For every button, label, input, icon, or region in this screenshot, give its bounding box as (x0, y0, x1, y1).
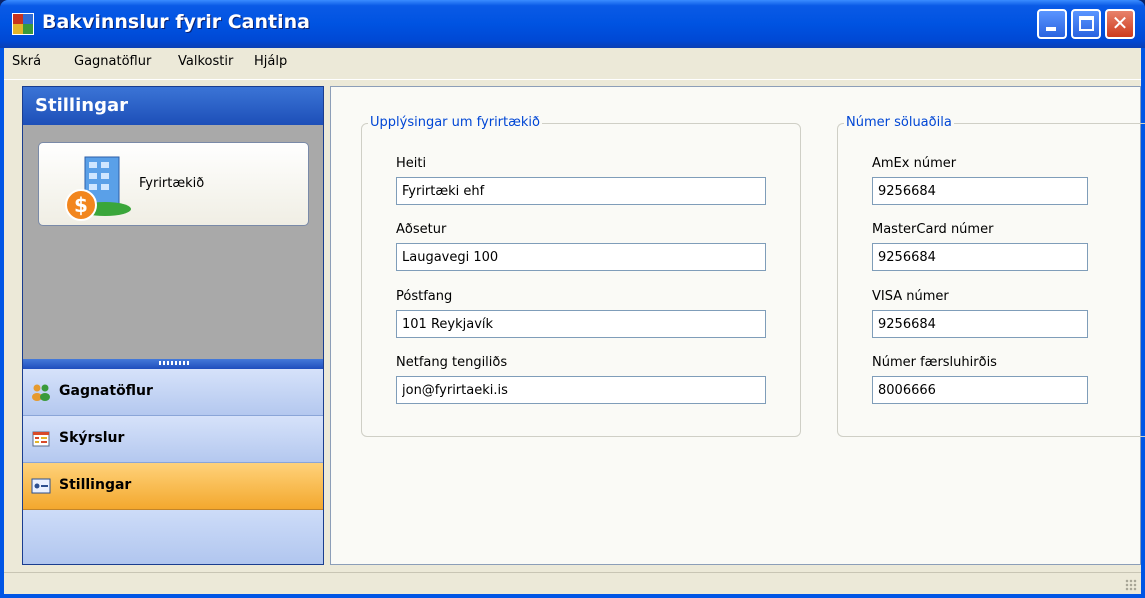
menu-options[interactable]: Valkostir (178, 54, 233, 69)
nav-button-reports[interactable]: Skýrslur (23, 416, 323, 463)
contact-email-label: Netfang tengiliðs (396, 355, 508, 370)
nav-splitter[interactable] (23, 359, 323, 369)
amex-input[interactable] (872, 177, 1088, 205)
nav-button-label: Stillingar (59, 477, 132, 493)
company-building-icon: $ (65, 156, 131, 221)
mastercard-label: MasterCard númer (872, 222, 994, 237)
name-label: Heiti (396, 156, 427, 171)
nav-button-data-tables[interactable]: Gagnatöflur (23, 369, 323, 416)
nav-items-pane: $ Fyrirtækið (23, 125, 323, 359)
navigation-pane: Stillingar $ Fyrirtækið Gagnatöflur Skýr… (22, 86, 324, 565)
nav-empty-area (23, 510, 323, 564)
settings-panel: Upplýsingar um fyrirtækið Heiti Aðsetur … (330, 86, 1145, 565)
menu-file[interactable]: Skrá (12, 54, 41, 69)
main-content: Stillingar $ Fyrirtækið Gagnatöflur Skýr… (4, 82, 1145, 572)
people-icon (32, 384, 50, 401)
menu-help[interactable]: Hjálp (254, 54, 287, 69)
report-icon (32, 431, 50, 447)
menu-bar: Skrá Gagnatöflur Valkostir Hjálp (4, 48, 1141, 80)
resize-grip-icon[interactable] (1125, 579, 1137, 591)
company-name-input[interactable] (396, 177, 766, 205)
svg-text:$: $ (74, 193, 88, 217)
visa-label: VISA númer (872, 289, 949, 304)
close-button[interactable]: ✕ (1105, 9, 1135, 39)
app-window: Bakvinnslur fyrir Cantina ✕ Skrá Gagnatö… (0, 0, 1145, 598)
title-bar[interactable]: Bakvinnslur fyrir Cantina ✕ (0, 0, 1145, 48)
postal-input[interactable] (396, 310, 766, 338)
maximize-button[interactable] (1071, 9, 1101, 39)
acquirer-label: Númer færsluhirðis (872, 355, 997, 370)
company-tile-button[interactable]: $ Fyrirtækið (38, 142, 309, 226)
close-icon: ✕ (1111, 11, 1129, 35)
acquirer-input[interactable] (872, 376, 1088, 404)
client-area: Skrá Gagnatöflur Valkostir Hjálp Stillin… (4, 48, 1145, 594)
minimize-icon (1046, 27, 1056, 31)
merchant-numbers-group: Númer söluaðila AmEx númer MasterCard nú… (837, 115, 1145, 437)
nav-button-label: Skýrslur (59, 430, 125, 446)
app-icon[interactable] (12, 13, 34, 35)
merchant-group-title: Númer söluaðila (844, 115, 954, 130)
menu-data-tables[interactable]: Gagnatöflur (74, 54, 151, 69)
nav-button-settings[interactable]: Stillingar (23, 463, 323, 510)
visa-input[interactable] (872, 310, 1088, 338)
minimize-button[interactable] (1037, 9, 1067, 39)
address-input[interactable] (396, 243, 766, 271)
nav-button-label: Gagnatöflur (59, 383, 153, 399)
status-bar (4, 572, 1141, 594)
contact-email-input[interactable] (396, 376, 766, 404)
company-group-title: Upplýsingar um fyrirtækið (368, 115, 542, 130)
maximize-icon (1079, 16, 1094, 31)
address-label: Aðsetur (396, 222, 447, 237)
window-title: Bakvinnslur fyrir Cantina (42, 11, 310, 33)
amex-label: AmEx númer (872, 156, 957, 171)
mastercard-input[interactable] (872, 243, 1088, 271)
splitter-grip-icon (159, 361, 189, 365)
settings-icon (31, 478, 51, 494)
company-info-group: Upplýsingar um fyrirtækið Heiti Aðsetur … (361, 115, 801, 437)
company-tile-label: Fyrirtækið (139, 176, 205, 191)
nav-header: Stillingar (23, 87, 323, 125)
postal-label: Póstfang (396, 289, 453, 304)
